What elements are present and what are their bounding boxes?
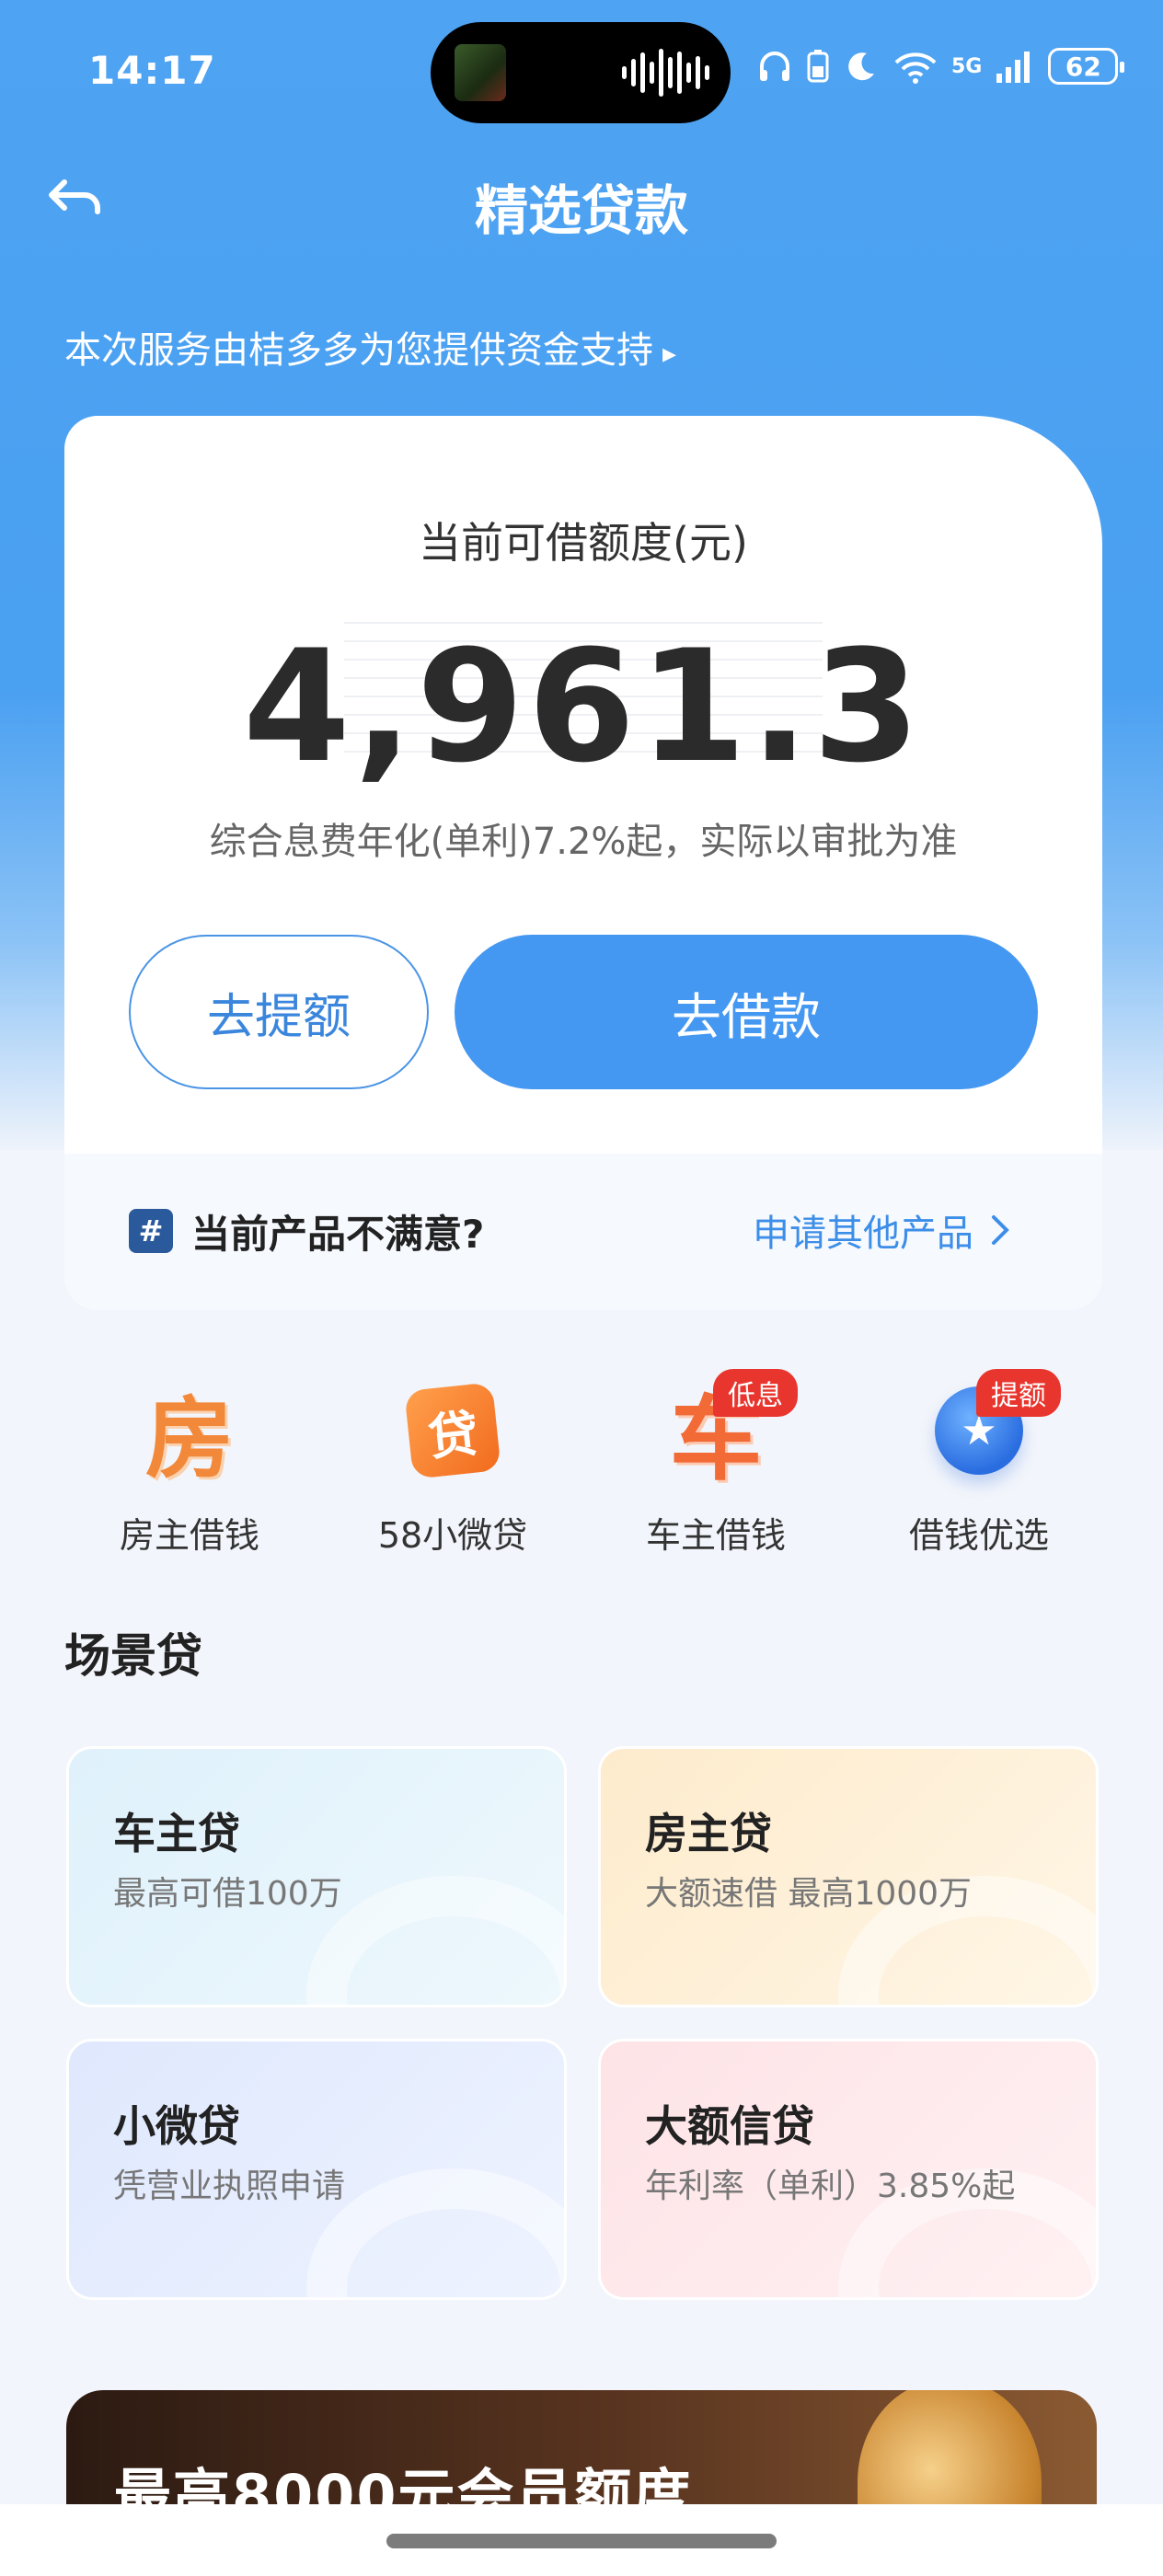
quick-entry-label: 借钱优选 xyxy=(908,1515,1049,1556)
provider-note-text: 本次服务由桔多多为您提供资金支持 xyxy=(64,329,653,372)
quick-entry-label: 车主借钱 xyxy=(645,1515,786,1556)
hash-icon: # xyxy=(129,1209,173,1253)
wifi-icon xyxy=(894,52,937,84)
rate-note: 综合息费年化(单利)7.2%起，实际以审批为准 xyxy=(209,821,958,863)
unsatisfied-text: 当前产品不满意? xyxy=(191,1212,485,1257)
moon-icon xyxy=(848,52,874,81)
raise-limit-button[interactable]: 去提额 xyxy=(129,935,429,1089)
tile-decoration xyxy=(306,2168,564,2297)
tile-subtitle: 年利率（单利）3.85%起 xyxy=(645,2168,1016,2205)
tile-subtitle: 凭营业执照申请 xyxy=(113,2168,346,2205)
status-icons: 5G 62 xyxy=(756,48,1125,85)
tile-decoration xyxy=(306,1876,564,2005)
tile-title: 大额信贷 xyxy=(645,2101,814,2151)
quick-entry-label: 房主借钱 xyxy=(119,1515,259,1556)
battery-icon: 62 xyxy=(1048,48,1125,85)
quick-entry-house[interactable]: 房 房主借钱 xyxy=(79,1380,300,1558)
headphones-icon xyxy=(760,52,789,81)
signal-icon xyxy=(996,52,1031,83)
credit-amount: 4,961.3 xyxy=(242,616,925,797)
network-type: 5G xyxy=(951,54,983,78)
page-title: 精选贷款 xyxy=(474,179,688,242)
scene-loan-large-credit[interactable]: 大额信贷 年利率（单利）3.85%起 xyxy=(598,2039,1099,2300)
tile-subtitle: 大额速借 最高1000万 xyxy=(645,1875,973,1913)
quick-entry-label: 58小微贷 xyxy=(377,1515,528,1556)
tile-title: 房主贷 xyxy=(645,1809,772,1858)
loan-char-icon: 贷 xyxy=(404,1382,501,1479)
other-products-link[interactable]: 申请其他产品 xyxy=(753,1203,1012,1257)
quick-entry-preferred[interactable]: ★ 提额 借钱优选 xyxy=(869,1369,1089,1558)
quick-entry-58-loan[interactable]: 贷 58小微贷 xyxy=(342,1380,563,1558)
chevron-right-icon: ▸ xyxy=(662,338,677,370)
album-art-icon xyxy=(455,44,506,101)
tile-title: 小微贷 xyxy=(113,2101,240,2151)
other-products-label: 申请其他产品 xyxy=(753,1213,973,1255)
chevron-right-icon xyxy=(992,1215,1009,1245)
section-title-scene-loans: 场景贷 xyxy=(64,1629,202,1683)
house-char-icon: 房 xyxy=(145,1386,234,1490)
battery-level: 62 xyxy=(1065,51,1101,82)
scene-loan-car[interactable]: 车主贷 最高可借100万 xyxy=(66,1746,567,2007)
audio-wave-icon xyxy=(622,46,709,99)
credit-limit-label: 当前可借额度(元) xyxy=(419,518,748,568)
quick-entry-car[interactable]: 车 低息 车主借钱 xyxy=(605,1369,826,1558)
provider-note-link[interactable]: 本次服务由桔多多为您提供资金支持 ▸ xyxy=(64,320,676,374)
credit-card: 当前可借额度(元) 4,961.3 综合息费年化(单利)7.2%起，实际以审批为… xyxy=(64,416,1102,1310)
scene-loan-micro[interactable]: 小微贷 凭营业执照申请 xyxy=(66,2039,567,2300)
borrow-button[interactable]: 去借款 xyxy=(455,935,1038,1089)
tile-title: 车主贷 xyxy=(113,1809,240,1858)
status-time: 14:17 xyxy=(88,48,216,93)
phone-battery-icon xyxy=(807,50,829,83)
tile-subtitle: 最高可借100万 xyxy=(113,1875,342,1913)
low-interest-badge: 低息 xyxy=(713,1369,798,1417)
raise-limit-badge: 提额 xyxy=(976,1369,1061,1417)
scene-loan-house[interactable]: 房主贷 大额速借 最高1000万 xyxy=(598,1746,1099,2007)
home-indicator[interactable] xyxy=(386,2534,777,2548)
